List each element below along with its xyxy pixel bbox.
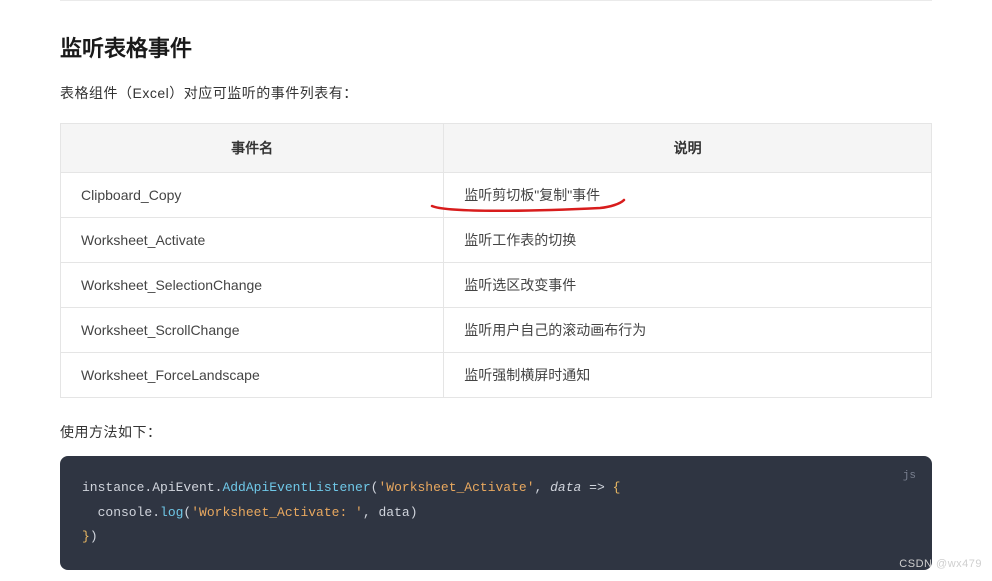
col-header-desc: 说明: [444, 124, 932, 173]
intro-text: 表格组件（Excel）对应可监听的事件列表有：: [60, 83, 932, 103]
event-name: Worksheet_ScrollChange: [61, 308, 444, 353]
code-token: ): [90, 529, 98, 544]
event-desc: 监听剪切板"复制"事件: [444, 173, 932, 218]
watermark: CSDN @wx479: [899, 558, 982, 570]
code-line: console.log('Worksheet_Activate: ', data…: [82, 501, 910, 526]
code-block: js instance.ApiEvent.AddApiEventListener…: [60, 456, 932, 570]
code-token: instance.ApiEvent.: [82, 480, 222, 495]
usage-label: 使用方法如下：: [60, 422, 932, 442]
code-token: {: [613, 480, 621, 495]
event-name: Clipboard_Copy: [61, 173, 444, 218]
event-name: Worksheet_SelectionChange: [61, 263, 444, 308]
code-token: ,: [535, 480, 551, 495]
col-header-event: 事件名: [61, 124, 444, 173]
code-token: ,: [363, 505, 379, 520]
code-token: 'Worksheet_Activate: ': [191, 505, 363, 520]
events-table: 事件名 说明 Clipboard_Copy 监听剪切板"复制"事件 Worksh…: [60, 123, 932, 398]
document-content: 监听表格事件 表格组件（Excel）对应可监听的事件列表有： 事件名 说明 Cl…: [0, 31, 992, 570]
code-lang-label: js: [903, 466, 916, 487]
code-token: =>: [581, 480, 612, 495]
code-token: console.: [98, 505, 160, 520]
code-token: ): [410, 505, 418, 520]
table-row: Worksheet_ForceLandscape 监听强制横屏时通知: [61, 353, 932, 398]
top-divider: [60, 0, 932, 1]
event-desc: 监听用户自己的滚动画布行为: [444, 308, 932, 353]
table-row: Worksheet_Activate 监听工作表的切换: [61, 218, 932, 263]
code-token: }: [82, 529, 90, 544]
event-name: Worksheet_Activate: [61, 218, 444, 263]
table-row: Worksheet_SelectionChange 监听选区改变事件: [61, 263, 932, 308]
event-desc: 监听工作表的切换: [444, 218, 932, 263]
event-name: Worksheet_ForceLandscape: [61, 353, 444, 398]
event-desc: 监听强制横屏时通知: [444, 353, 932, 398]
code-token: log: [160, 505, 183, 520]
table-row: Worksheet_ScrollChange 监听用户自己的滚动画布行为: [61, 308, 932, 353]
code-line: }): [82, 525, 910, 550]
table-row: Clipboard_Copy 监听剪切板"复制"事件: [61, 173, 932, 218]
code-token: AddApiEventListener: [222, 480, 370, 495]
code-token: data: [550, 480, 581, 495]
code-token: data: [378, 505, 409, 520]
table-header-row: 事件名 说明: [61, 124, 932, 173]
event-desc: 监听选区改变事件: [444, 263, 932, 308]
code-token: 'Worksheet_Activate': [378, 480, 534, 495]
code-line: instance.ApiEvent.AddApiEventListener('W…: [82, 476, 910, 501]
page-title: 监听表格事件: [60, 31, 932, 63]
